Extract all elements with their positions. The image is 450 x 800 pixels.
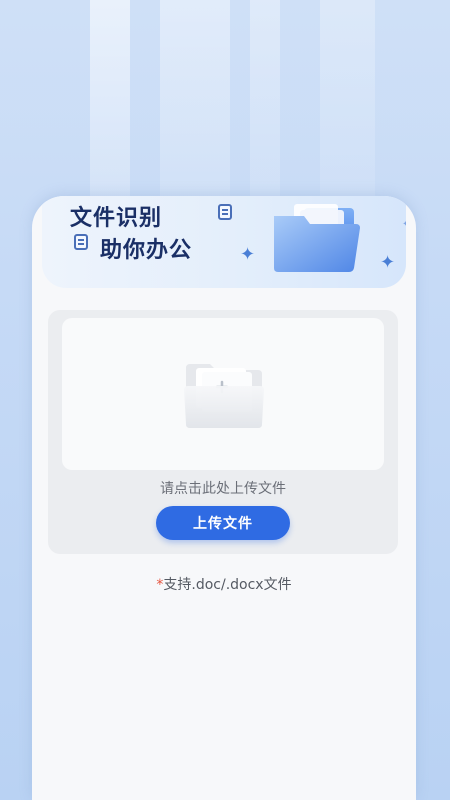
upload-hint[interactable]: 请点击此处上传文件 <box>48 478 398 498</box>
document-icon <box>218 204 232 220</box>
supported-formats-text: 支持.doc/.docx文件 <box>163 577 292 593</box>
upload-drop-zone[interactable] <box>62 318 384 470</box>
sparkle-icon: ✦ <box>240 244 256 265</box>
main-card: 文件识别 助你办公 ✦ ✦ ✦ <box>32 196 416 800</box>
sparkle-icon: ✦ <box>402 216 406 234</box>
banner-title-line1: 文件识别 <box>70 206 163 231</box>
supported-formats-note: *支持.doc/.docx文件 <box>32 574 416 594</box>
empty-folder-icon <box>184 364 264 428</box>
folder-illustration <box>274 204 360 272</box>
upload-file-button[interactable]: 上传文件 <box>156 506 290 540</box>
sparkle-icon: ✦ <box>380 252 396 273</box>
hero-banner: 文件识别 助你办公 ✦ ✦ ✦ <box>42 196 406 288</box>
document-icon <box>74 234 88 250</box>
banner-title-line2: 助你办公 <box>100 238 193 263</box>
upload-panel: 请点击此处上传文件 上传文件 <box>48 310 398 554</box>
